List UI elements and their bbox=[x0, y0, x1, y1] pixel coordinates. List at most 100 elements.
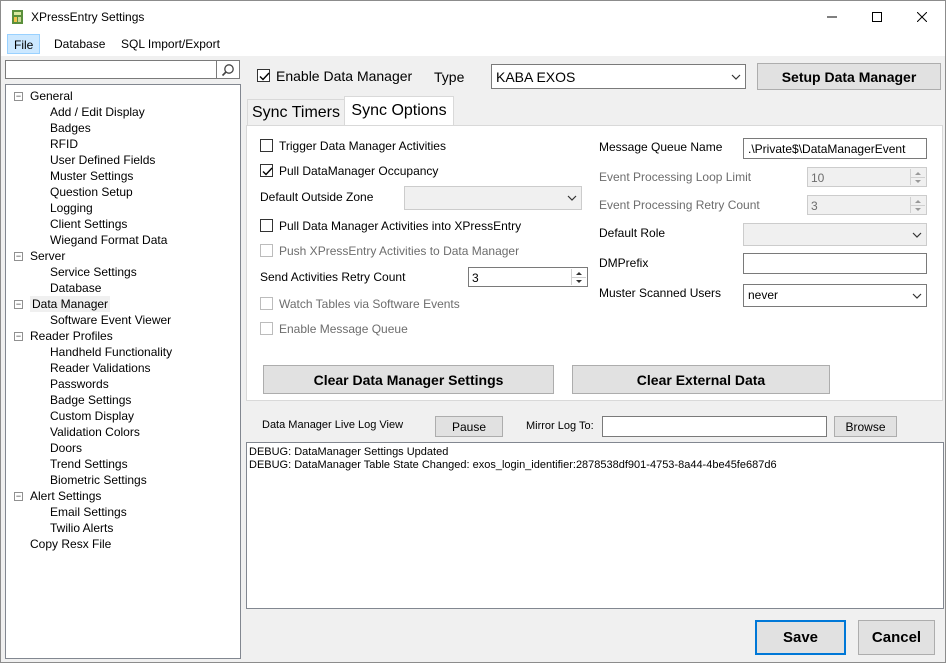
tree-item[interactable]: Server bbox=[30, 248, 65, 264]
menu-file[interactable]: File bbox=[7, 34, 41, 54]
chevron-down-icon bbox=[731, 74, 741, 80]
updown-icon bbox=[911, 200, 925, 211]
tree-item[interactable]: Custom Display bbox=[50, 408, 134, 424]
enable-data-manager-label: Enable Data Manager bbox=[276, 68, 413, 84]
enable-message-queue-label: Enable Message Queue bbox=[279, 322, 408, 336]
chevron-down-icon bbox=[912, 293, 922, 299]
updown-icon bbox=[911, 172, 925, 183]
message-queue-name-label: Message Queue Name bbox=[599, 140, 723, 154]
pull-occupancy-checkbox[interactable] bbox=[260, 164, 273, 177]
stepper-arrows[interactable] bbox=[910, 169, 925, 185]
menu-database[interactable]: Database bbox=[48, 34, 111, 54]
collapse-icon[interactable]: − bbox=[14, 332, 23, 341]
app-icon bbox=[10, 9, 26, 25]
collapse-icon[interactable]: − bbox=[14, 252, 23, 261]
menu-bar: File Database SQL Import/Export bbox=[1, 32, 945, 56]
default-outside-zone-select[interactable] bbox=[404, 186, 582, 210]
send-retry-count-value: 3 bbox=[472, 271, 479, 285]
tree-item[interactable]: Software Event Viewer bbox=[50, 312, 171, 328]
settings-tree[interactable]: − General Add / Edit Display Badges RFID User… bbox=[5, 84, 241, 659]
collapse-icon[interactable]: − bbox=[14, 492, 23, 501]
type-label: Type bbox=[434, 69, 465, 85]
pull-activities-checkbox[interactable] bbox=[260, 219, 273, 232]
send-retry-count-label: Send Activities Retry Count bbox=[260, 270, 406, 284]
tree-item[interactable]: Doors bbox=[50, 440, 82, 456]
push-activities-label: Push XPressEntry Activities to Data Mana… bbox=[279, 244, 520, 258]
menu-sql-import-export[interactable]: SQL Import/Export bbox=[115, 34, 226, 54]
loop-limit-stepper[interactable]: 10 bbox=[807, 167, 927, 187]
muster-scanned-users-label: Muster Scanned Users bbox=[599, 286, 722, 300]
enable-data-manager-checkbox[interactable] bbox=[257, 69, 270, 82]
tree-item[interactable]: Logging bbox=[50, 200, 93, 216]
muster-scanned-users-value: never bbox=[748, 288, 779, 302]
chevron-down-icon bbox=[567, 195, 577, 201]
muster-scanned-users-select[interactable]: never bbox=[743, 284, 927, 307]
maximize-button[interactable] bbox=[854, 1, 900, 32]
tree-item[interactable]: Question Setup bbox=[50, 184, 133, 200]
tree-item[interactable]: Add / Edit Display bbox=[50, 104, 145, 120]
tree-item[interactable]: Handheld Functionality bbox=[50, 344, 172, 360]
tab-sync-options[interactable]: Sync Options bbox=[344, 96, 454, 125]
setup-data-manager-button[interactable]: Setup Data Manager bbox=[757, 63, 941, 90]
tree-item[interactable]: Alert Settings bbox=[30, 488, 101, 504]
tree-item[interactable]: Badges bbox=[50, 120, 91, 136]
tree-item[interactable]: User Defined Fields bbox=[50, 152, 155, 168]
tree-item[interactable]: Biometric Settings bbox=[50, 472, 147, 488]
mirror-log-input[interactable] bbox=[602, 416, 827, 437]
cancel-button[interactable]: Cancel bbox=[858, 620, 935, 655]
browse-button[interactable]: Browse bbox=[834, 416, 897, 437]
type-select[interactable]: KABA EXOS bbox=[491, 64, 746, 89]
tab-sync-timers[interactable]: Sync Timers bbox=[247, 99, 345, 125]
tree-item[interactable]: Client Settings bbox=[50, 216, 127, 232]
window-title: XPressEntry Settings bbox=[31, 10, 145, 24]
tree-search-button[interactable] bbox=[217, 60, 240, 79]
log-line: DEBUG: DataManager Settings Updated bbox=[249, 446, 449, 458]
loop-limit-label: Event Processing Loop Limit bbox=[599, 170, 752, 184]
close-button[interactable] bbox=[899, 1, 945, 32]
tree-item[interactable]: RFID bbox=[50, 136, 78, 152]
tree-item[interactable]: Reader Profiles bbox=[30, 328, 113, 344]
clear-data-manager-settings-button[interactable]: Clear Data Manager Settings bbox=[263, 365, 554, 394]
tree-item[interactable]: General bbox=[30, 88, 73, 104]
tree-item[interactable]: Reader Validations bbox=[50, 360, 151, 376]
stepper-arrows[interactable] bbox=[910, 197, 925, 213]
tree-item[interactable]: Email Settings bbox=[50, 504, 127, 520]
save-button[interactable]: Save bbox=[755, 620, 846, 655]
default-role-label: Default Role bbox=[599, 226, 666, 240]
collapse-icon[interactable]: − bbox=[14, 92, 23, 101]
retry-count-stepper[interactable]: 3 bbox=[807, 195, 927, 215]
tree-item[interactable]: Passwords bbox=[50, 376, 109, 392]
message-queue-name-input[interactable]: .\Private$\DataManagerEvent bbox=[743, 138, 927, 159]
pause-button[interactable]: Pause bbox=[435, 416, 503, 437]
enable-message-queue-checkbox[interactable] bbox=[260, 322, 273, 335]
tree-item[interactable]: Validation Colors bbox=[50, 424, 140, 440]
tree-item[interactable]: Muster Settings bbox=[50, 168, 133, 184]
clear-external-data-button[interactable]: Clear External Data bbox=[572, 365, 830, 394]
tree-item[interactable]: Twilio Alerts bbox=[50, 520, 113, 536]
tree-item[interactable]: Trend Settings bbox=[50, 456, 128, 472]
live-log-title: Data Manager Live Log View bbox=[262, 419, 404, 431]
live-log-view[interactable]: DEBUG: DataManager Settings Updated DEBUG… bbox=[246, 442, 944, 609]
tree-item[interactable]: Data Manager bbox=[30, 296, 111, 312]
updown-icon bbox=[572, 272, 586, 283]
search-icon bbox=[221, 63, 234, 76]
send-retry-count-stepper[interactable]: 3 bbox=[468, 267, 588, 287]
stepper-arrows[interactable] bbox=[571, 269, 586, 285]
dmprefix-input[interactable] bbox=[743, 253, 927, 274]
tree-item[interactable]: Copy Resx File bbox=[30, 536, 111, 552]
settings-window: XPressEntry Settings File Database SQL I… bbox=[0, 0, 946, 663]
trigger-activities-checkbox[interactable] bbox=[260, 139, 273, 152]
pull-occupancy-label: Pull DataManager Occupancy bbox=[279, 164, 439, 178]
title-bar: XPressEntry Settings bbox=[1, 1, 945, 32]
tree-item[interactable]: Service Settings bbox=[50, 264, 137, 280]
tree-item[interactable]: Database bbox=[50, 280, 101, 296]
tree-item[interactable]: Badge Settings bbox=[50, 392, 131, 408]
tree-item[interactable]: Wiegand Format Data bbox=[50, 232, 167, 248]
tree-search-input[interactable] bbox=[5, 60, 217, 79]
check-icon bbox=[262, 167, 273, 176]
watch-tables-checkbox[interactable] bbox=[260, 297, 273, 310]
minimize-button[interactable] bbox=[809, 1, 855, 32]
push-activities-checkbox[interactable] bbox=[260, 244, 273, 257]
default-role-select[interactable] bbox=[743, 223, 927, 246]
collapse-icon[interactable]: − bbox=[14, 300, 23, 309]
